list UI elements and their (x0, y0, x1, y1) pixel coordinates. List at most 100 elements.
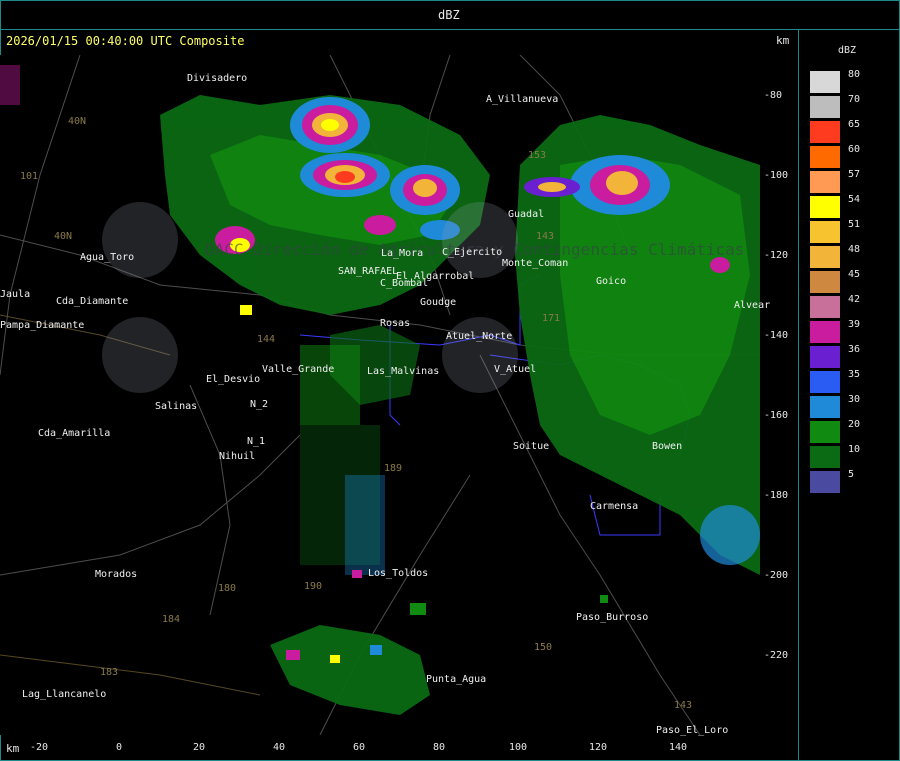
place-label: Valle_Grande (262, 364, 335, 375)
place-label: Soitue (513, 441, 550, 452)
place-label: Nihuil (219, 451, 256, 462)
place-label: Alvear (734, 300, 771, 311)
legend-swatch (810, 446, 840, 468)
legend-swatch (810, 121, 840, 143)
place-label: Rosas (380, 318, 411, 329)
route-label: 40N (68, 116, 87, 127)
legend-swatch (810, 246, 840, 268)
y-tick: -220 (764, 650, 789, 661)
timestamp: 2026/01/15 00:40:00 UTC Composite (6, 34, 245, 48)
place-label: SAN_RAFAEL (338, 266, 399, 277)
legend-label: 36 (848, 344, 861, 355)
x-tick: -20 (30, 742, 49, 753)
y-tick: -100 (764, 170, 789, 181)
place-label: Atuel_Norte (446, 331, 513, 342)
legend-label: 20 (848, 419, 861, 430)
x-tick: 0 (116, 742, 123, 753)
legend-label: 51 (848, 219, 861, 230)
route-label: 184 (162, 614, 181, 625)
x-tick: 20 (193, 742, 206, 753)
place-label: El_Desvio (206, 374, 261, 385)
legend-label: 65 (848, 119, 861, 130)
route-label: 40N (54, 231, 73, 242)
legend-label: 80 (848, 69, 861, 80)
route-label: 143 (536, 231, 555, 242)
legend-swatch (810, 371, 840, 393)
km-label-bottom: km (6, 742, 20, 755)
place-label: Paso_Burroso (576, 612, 649, 623)
place-label: N_2 (250, 399, 269, 410)
radar-map (0, 55, 760, 735)
legend-swatch (810, 196, 840, 218)
legend-swatch (810, 421, 840, 443)
place-label: N_1 (247, 436, 266, 447)
place-label: Lag_Llancanelo (22, 689, 107, 700)
km-label-top: km (776, 34, 790, 47)
route-label: 171 (542, 313, 561, 324)
route-label: 150 (534, 642, 553, 653)
route-label: 101 (20, 171, 39, 182)
legend-label: 57 (848, 169, 861, 180)
place-label: C_Ejercito (442, 247, 503, 258)
place-label: El_Algarrobal (396, 271, 475, 282)
x-tick: 80 (433, 742, 446, 753)
place-label: Bowen (652, 441, 683, 452)
place-label: Los_Toldos (368, 568, 429, 579)
x-tick: 60 (353, 742, 366, 753)
route-label: 153 (528, 150, 547, 161)
route-label: 189 (384, 463, 403, 474)
place-label: Salinas (155, 401, 198, 412)
legend-swatch (810, 146, 840, 168)
x-tick: 100 (509, 742, 528, 753)
y-tick: -160 (764, 410, 789, 421)
legend-swatch (810, 346, 840, 368)
place-label: Punta_Agua (426, 674, 487, 685)
legend-swatch (810, 171, 840, 193)
place-label: A_Villanueva (486, 94, 559, 105)
route-label: 190 (304, 581, 323, 592)
legend-unit: dBZ (838, 45, 857, 56)
place-label: Agua_Toro (80, 252, 135, 263)
legend-swatch (810, 71, 840, 93)
legend-swatch (810, 396, 840, 418)
legend-swatch (810, 471, 840, 493)
place-label: La_Mora (381, 248, 424, 259)
y-tick: -120 (764, 250, 789, 261)
place-label: Guadal (508, 209, 545, 220)
legend-swatch (810, 96, 840, 118)
legend-swatch (810, 271, 840, 293)
place-label: Morados (95, 569, 138, 580)
route-label: 183 (100, 667, 119, 678)
y-tick: -180 (764, 490, 789, 501)
x-tick: 140 (669, 742, 688, 753)
legend-unit-title: dBZ (438, 8, 460, 22)
place-label: Pampa_Diamante (0, 320, 85, 331)
legend-swatch (810, 321, 840, 343)
place-label: Las_Malvinas (367, 366, 440, 377)
x-tick: 120 (589, 742, 608, 753)
place-label: Monte_Coman (502, 258, 569, 269)
legend-label: 54 (848, 194, 861, 205)
legend-swatch (810, 221, 840, 243)
legend-label: 60 (848, 144, 861, 155)
legend-label: 10 (848, 444, 861, 455)
place-label: Carmensa (590, 501, 639, 512)
place-label: V_Atuel (494, 364, 537, 375)
legend-label: 39 (848, 319, 861, 330)
legend-label: 5 (848, 469, 855, 480)
legend-swatch (810, 296, 840, 318)
legend-label: 35 (848, 369, 861, 380)
y-tick: -80 (764, 90, 783, 101)
place-label: Cda_Amarilla (38, 428, 111, 439)
x-tick: 40 (273, 742, 286, 753)
place-label: Divisadero (187, 73, 248, 84)
legend-label: 42 (848, 294, 861, 305)
legend-label: 45 (848, 269, 861, 280)
y-tick: -140 (764, 330, 789, 341)
route-label: 144 (257, 334, 276, 345)
place-label: Cda_Diamante (56, 296, 129, 307)
place-label: Paso_El_Loro (656, 725, 729, 736)
place-label: Jaula (0, 289, 31, 300)
place-label: Goico (596, 276, 627, 287)
legend-label: 30 (848, 394, 861, 405)
